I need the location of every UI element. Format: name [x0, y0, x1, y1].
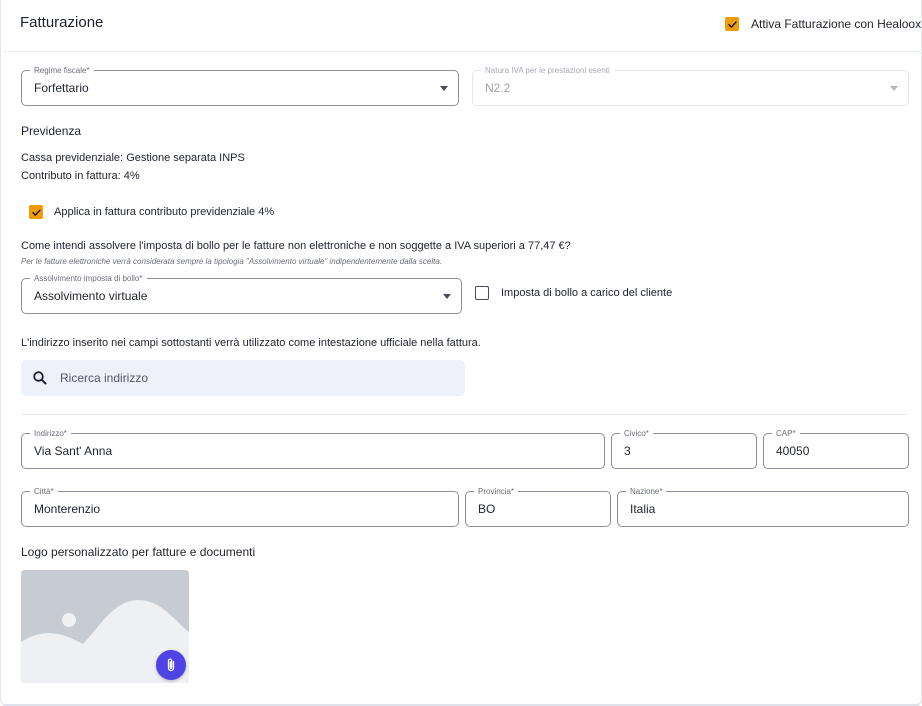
- logo-title: Logo personalizzato per fatture e docume…: [21, 545, 256, 559]
- cap-label: CAP*: [772, 428, 800, 439]
- nazione-label: Nazione*: [626, 486, 667, 497]
- civico-value: 3: [624, 444, 631, 458]
- contributo-label: Contributo in fattura:: [21, 170, 121, 182]
- chevron-down-icon: [443, 294, 451, 299]
- provincia-field[interactable]: Provincia* BO: [465, 486, 611, 527]
- contributo-value: 4%: [123, 170, 140, 182]
- enable-billing-label: Attiva Fatturazione con Healoox: [751, 17, 922, 31]
- provincia-value: BO: [478, 502, 496, 516]
- assolvimento-bollo-select[interactable]: Assolvimento imposta di bollo* Assolvime…: [21, 273, 462, 314]
- search-icon: [33, 371, 47, 385]
- citta-value: Monterenzio: [34, 502, 101, 516]
- cassa-previdenziale-row: Cassa previdenziale: Gestione separata I…: [21, 152, 245, 164]
- previdenza-title: Previdenza: [21, 124, 82, 138]
- assolvimento-bollo-label: Assolvimento imposta di bollo*: [30, 273, 147, 284]
- check-icon: [727, 20, 737, 28]
- cap-value: 40050: [776, 444, 810, 458]
- indirizzo-value: Via Sant' Anna: [34, 444, 113, 458]
- apply-contributo-label: Applica in fattura contributo previdenzi…: [54, 206, 275, 218]
- bollo-note: Per le fatture elettroniche verrà consid…: [21, 257, 443, 266]
- natura-iva-value: N2.2: [485, 81, 511, 95]
- enable-billing-checkbox[interactable]: [725, 17, 739, 31]
- assolvimento-bollo-value: Assolvimento virtuale: [34, 289, 148, 303]
- cassa-value: Gestione separata INPS: [126, 152, 245, 164]
- civico-label: Civico*: [620, 428, 653, 439]
- paperclip-icon: [167, 658, 175, 672]
- apply-contributo-toggle[interactable]: Applica in fattura contributo previdenzi…: [29, 205, 274, 219]
- nazione-value: Italia: [630, 502, 656, 516]
- enable-billing-toggle[interactable]: Attiva Fatturazione con Healoox: [725, 17, 921, 31]
- bollo-cliente-label: Imposta di bollo a carico del cliente: [501, 287, 673, 299]
- regime-fiscale-label: Regime fiscale*: [30, 65, 94, 76]
- address-search-input[interactable]: Ricerca indirizzo: [21, 360, 465, 396]
- indirizzo-field[interactable]: Indirizzo* Via Sant' Anna: [21, 428, 605, 469]
- civico-field[interactable]: Civico* 3: [611, 428, 757, 469]
- cassa-label: Cassa previdenziale:: [21, 152, 124, 164]
- bollo-cliente-toggle[interactable]: Imposta di bollo a carico del cliente: [475, 286, 672, 300]
- header-divider: [2, 51, 922, 52]
- page-title: Fatturazione: [20, 14, 104, 31]
- regime-fiscale-value: Forfettario: [34, 81, 89, 95]
- billing-card: Fatturazione Attiva Fatturazione con Hea…: [0, 0, 922, 706]
- attach-logo-button[interactable]: [156, 650, 186, 680]
- indirizzo-label: Indirizzo*: [30, 428, 71, 439]
- cap-field[interactable]: CAP* 40050: [763, 428, 909, 469]
- apply-contributo-checkbox[interactable]: [29, 205, 43, 219]
- chevron-down-icon: [890, 86, 898, 91]
- nazione-field[interactable]: Nazione* Italia: [617, 486, 909, 527]
- bollo-cliente-checkbox[interactable]: [475, 286, 489, 300]
- address-divider: [21, 414, 908, 415]
- provincia-label: Provincia*: [474, 486, 519, 497]
- natura-iva-label: Natura IVA per le prestazioni esenti: [481, 65, 614, 76]
- citta-field[interactable]: Città* Monterenzio: [21, 486, 459, 527]
- address-intro: L'indirizzo inserito nei campi sottostan…: [21, 337, 481, 349]
- regime-fiscale-select[interactable]: Regime fiscale* Forfettario: [21, 65, 459, 106]
- bollo-question: Come intendi assolvere l'imposta di boll…: [21, 240, 571, 252]
- citta-label: Città*: [30, 486, 58, 497]
- natura-iva-select: Natura IVA per le prestazioni esenti N2.…: [472, 65, 909, 106]
- contributo-row: Contributo in fattura: 4%: [21, 170, 140, 182]
- chevron-down-icon: [440, 86, 448, 91]
- check-icon: [31, 208, 41, 216]
- address-search-placeholder: Ricerca indirizzo: [60, 371, 149, 385]
